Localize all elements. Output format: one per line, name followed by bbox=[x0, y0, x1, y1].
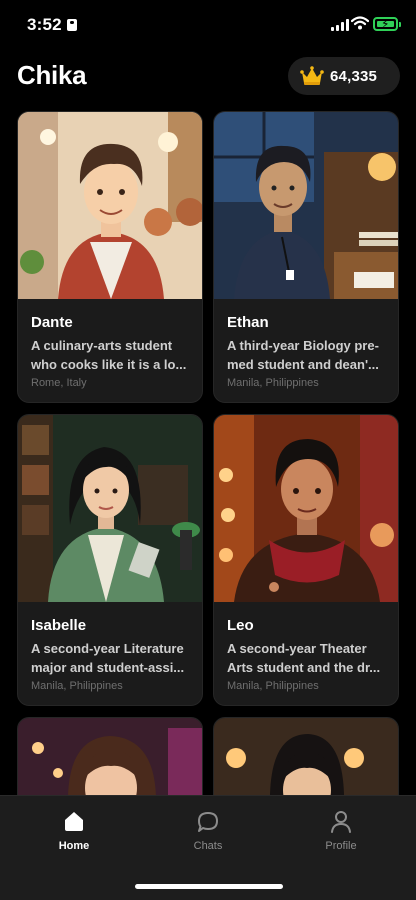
character-card-isabelle[interactable]: Isabelle A second-year Literature major … bbox=[17, 414, 203, 706]
character-description: A second-year Theater Arts student and t… bbox=[227, 641, 381, 675]
crown-icon bbox=[300, 66, 324, 85]
tab-chats-label: Chats bbox=[193, 840, 223, 852]
id-card-icon bbox=[67, 19, 77, 31]
coin-count: 64,335 bbox=[330, 67, 378, 85]
tab-profile[interactable]: Profile bbox=[296, 810, 386, 852]
character-name: Leo bbox=[227, 617, 254, 634]
character-card-dante[interactable]: Dante A culinary-arts student who cooks … bbox=[17, 111, 203, 403]
character-portrait-ethan bbox=[214, 112, 398, 299]
person-icon bbox=[331, 811, 351, 833]
character-portrait-leo bbox=[214, 415, 398, 602]
character-card-ethan[interactable]: Ethan A third-year Biology pre-med stude… bbox=[213, 111, 399, 403]
character-portrait bbox=[214, 718, 398, 806]
wifi-icon bbox=[351, 16, 369, 30]
character-name: Ethan bbox=[227, 314, 269, 331]
character-name: Dante bbox=[31, 314, 73, 331]
character-card-leo[interactable]: Leo A second-year Theater Arts student a… bbox=[213, 414, 399, 706]
status-bar: 3:52 ⚡ bbox=[0, 0, 416, 50]
tab-profile-label: Profile bbox=[325, 840, 357, 852]
tab-chats[interactable]: Chats bbox=[163, 810, 253, 852]
home-indicator[interactable] bbox=[135, 884, 283, 889]
app-title: Chika bbox=[17, 60, 87, 90]
tab-home-label: Home bbox=[58, 840, 90, 852]
character-portrait-isabelle bbox=[18, 415, 202, 602]
bolt-icon: ⚡ bbox=[381, 17, 390, 31]
character-location: Manila, Philippines bbox=[227, 377, 319, 389]
character-card-partial-left[interactable] bbox=[17, 717, 203, 807]
character-description: A culinary-arts student who cooks like i… bbox=[31, 338, 187, 372]
character-card-partial-right[interactable] bbox=[213, 717, 399, 807]
character-description: A second-year Literature major and stude… bbox=[31, 641, 185, 675]
coin-balance-button[interactable]: 64,335 bbox=[288, 57, 400, 95]
signal-icon bbox=[331, 19, 349, 31]
chat-bubble-icon bbox=[198, 812, 218, 832]
character-name: Isabelle bbox=[31, 617, 87, 634]
status-time: 3:52 bbox=[27, 15, 62, 34]
tab-home[interactable]: Home bbox=[29, 810, 119, 852]
character-description: A third-year Biology pre-med student and… bbox=[227, 338, 379, 372]
character-location: Manila, Philippines bbox=[227, 680, 319, 692]
character-location: Manila, Philippines bbox=[31, 680, 123, 692]
character-location: Rome, Italy bbox=[31, 377, 87, 389]
home-icon bbox=[65, 812, 83, 831]
character-portrait bbox=[18, 718, 202, 806]
character-portrait-dante bbox=[18, 112, 202, 299]
